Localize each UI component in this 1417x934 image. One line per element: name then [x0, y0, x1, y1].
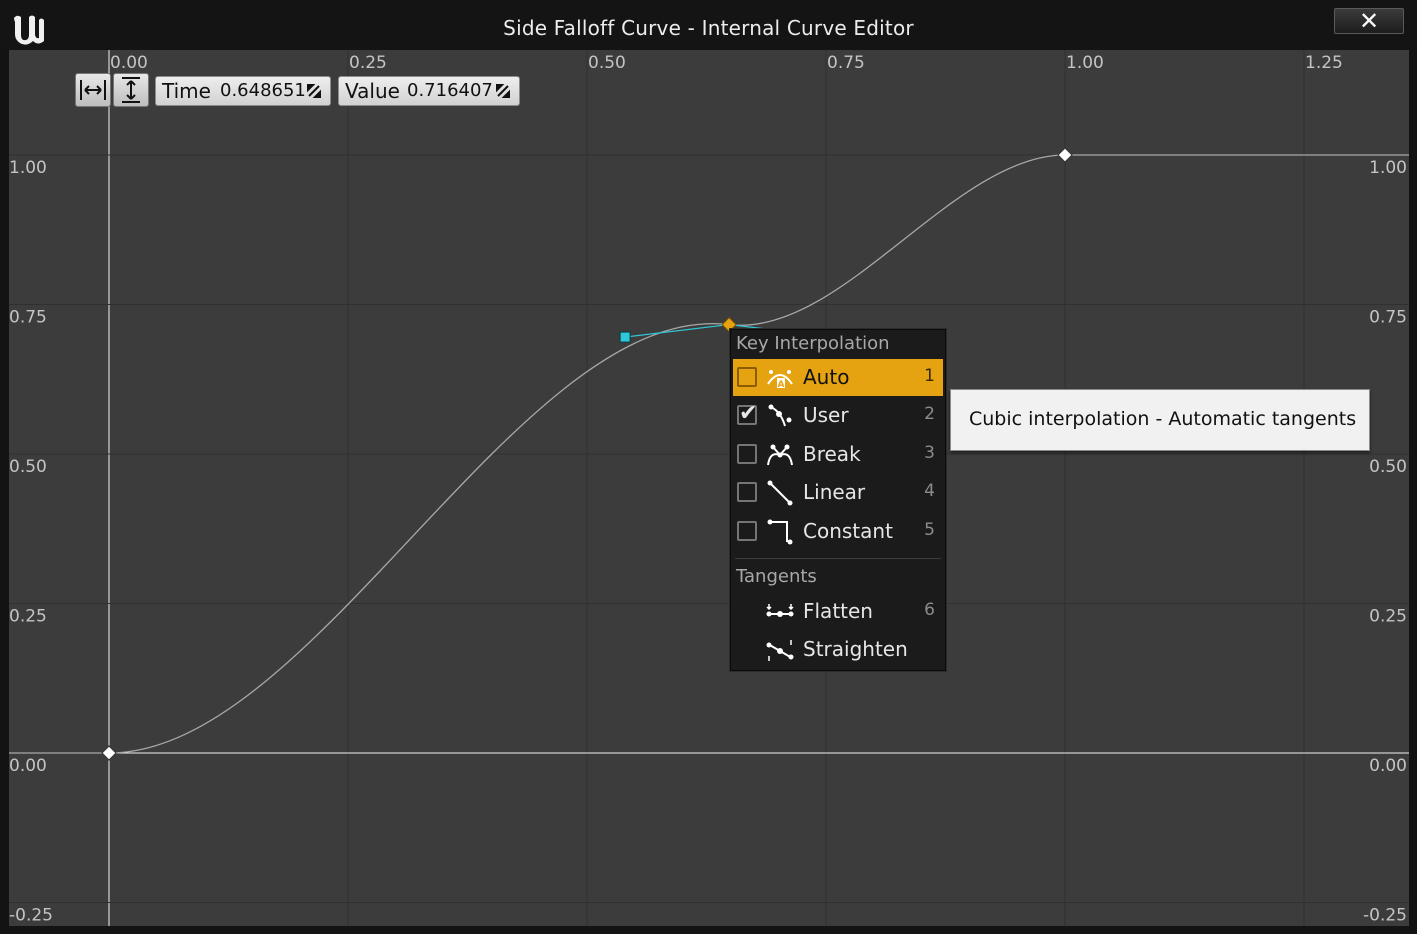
value-tick-label: -0.25: [1363, 906, 1407, 926]
value-tick-label: 1.00: [1369, 158, 1407, 178]
break-interp-icon: [767, 444, 793, 466]
value-tick-label: 0.00: [1369, 756, 1407, 776]
tangent-line: [625, 323, 730, 338]
user-checkbox[interactable]: ✔: [737, 401, 757, 426]
fit-vertical-button[interactable]: [113, 73, 149, 107]
menu-item-label: Straighten: [803, 637, 908, 661]
curve-graph-canvas[interactable]: 0.00 0.25 0.50 0.75 1.00 1.25 1.00 1.00 0.75 0.75…: [9, 50, 1409, 926]
auto-interp-icon: A: [767, 370, 793, 390]
time-tick-label: 0.50: [588, 53, 626, 73]
break-checkbox[interactable]: [737, 444, 757, 464]
fit-horizontal-button[interactable]: [75, 73, 111, 107]
time-tick-label: 1.00: [1066, 53, 1104, 73]
value-label: Value: [345, 79, 400, 103]
window-title: Side Falloff Curve - Internal Curve Edit…: [503, 16, 914, 40]
value-tick-label: 0.25: [1369, 607, 1407, 627]
straighten-icon: [766, 640, 794, 661]
curve-editor-window: Side Falloff Curve - Internal Curve Edit…: [0, 0, 1417, 934]
value-tick-label: -0.25: [9, 906, 53, 926]
time-field[interactable]: Time 0.648651: [155, 76, 331, 106]
resize-handle-icon[interactable]: [306, 83, 322, 99]
menu-item-shortcut: 2: [924, 404, 935, 424]
menu-item-flatten[interactable]: Flatten 6: [733, 593, 943, 630]
auto-checkbox[interactable]: [737, 367, 757, 387]
fit-vertical-icon: [122, 77, 140, 103]
user-interp-icon: [768, 404, 792, 427]
value-tick-label: 0.00: [9, 756, 47, 776]
menu-separator: [735, 558, 941, 559]
menu-item-shortcut: 6: [924, 600, 935, 620]
value-tick-label: 0.25: [9, 607, 47, 627]
svg-text:A: A: [778, 380, 785, 390]
tooltip-text: Cubic interpolation - Automatic tangents: [969, 408, 1357, 430]
fit-horizontal-icon: [80, 80, 106, 100]
value-value[interactable]: 0.716407: [407, 80, 493, 101]
linear-interp-icon: [767, 480, 793, 506]
menu-item-break[interactable]: Break 3: [733, 436, 943, 473]
close-icon: ✕: [1358, 7, 1380, 35]
flatten-icon: [766, 604, 794, 617]
menu-item-shortcut: 4: [924, 481, 935, 501]
menu-item-auto[interactable]: A Auto 1: [733, 359, 943, 396]
time-value[interactable]: 0.648651: [220, 80, 306, 101]
constant-interp-icon: [767, 519, 793, 545]
menu-section-tangents: Tangents: [736, 566, 817, 587]
key-point[interactable]: [101, 745, 117, 761]
time-tick-label: 0.00: [110, 53, 148, 73]
close-button[interactable]: ✕: [1334, 7, 1404, 35]
menu-item-label: Constant: [803, 519, 893, 543]
key-point[interactable]: [1057, 147, 1073, 163]
tangent-handle[interactable]: [619, 331, 631, 343]
checkmark-icon: ✔: [739, 401, 758, 426]
menu-item-shortcut: 1: [924, 366, 935, 386]
constant-checkbox[interactable]: [737, 521, 757, 541]
time-tick-label: 0.25: [349, 53, 387, 73]
menu-item-shortcut: 5: [924, 520, 935, 540]
time-tick-label: 0.75: [827, 53, 865, 73]
value-tick-label: 0.50: [1369, 457, 1407, 477]
value-tick-label: 0.75: [9, 308, 47, 328]
value-tick-label: 0.75: [1369, 308, 1407, 328]
resize-handle-icon[interactable]: [495, 83, 511, 99]
menu-item-label: User: [803, 403, 849, 427]
menu-item-label: Linear: [803, 480, 866, 504]
menu-item-user[interactable]: ✔ User 2: [733, 397, 943, 434]
title-bar[interactable]: Side Falloff Curve - Internal Curve Edit…: [0, 0, 1417, 50]
linear-checkbox[interactable]: [737, 482, 757, 502]
key-context-menu: Key Interpolation A Auto 1 ✔ User 2 Brea…: [730, 329, 946, 671]
time-tick-label: 1.25: [1305, 53, 1343, 73]
value-tick-label: 1.00: [9, 158, 47, 178]
value-tick-label: 0.50: [9, 457, 47, 477]
curve-graph[interactable]: 0.00 0.25 0.50 0.75 1.00 1.25 1.00 1.00 0.75 0.75…: [9, 50, 1409, 926]
menu-item-linear[interactable]: Linear 4: [733, 474, 943, 511]
menu-item-straighten[interactable]: Straighten: [733, 631, 943, 668]
menu-item-label: Break: [803, 442, 861, 466]
menu-item-label: Flatten: [803, 599, 873, 623]
time-label: Time: [162, 79, 211, 103]
value-field[interactable]: Value 0.716407: [338, 76, 520, 106]
menu-section-key-interpolation: Key Interpolation: [736, 333, 890, 354]
menu-item-label: Auto: [803, 365, 850, 389]
menu-item-shortcut: 3: [924, 443, 935, 463]
tooltip: Cubic interpolation - Automatic tangents: [950, 389, 1370, 451]
menu-item-constant[interactable]: Constant 5: [733, 513, 943, 550]
